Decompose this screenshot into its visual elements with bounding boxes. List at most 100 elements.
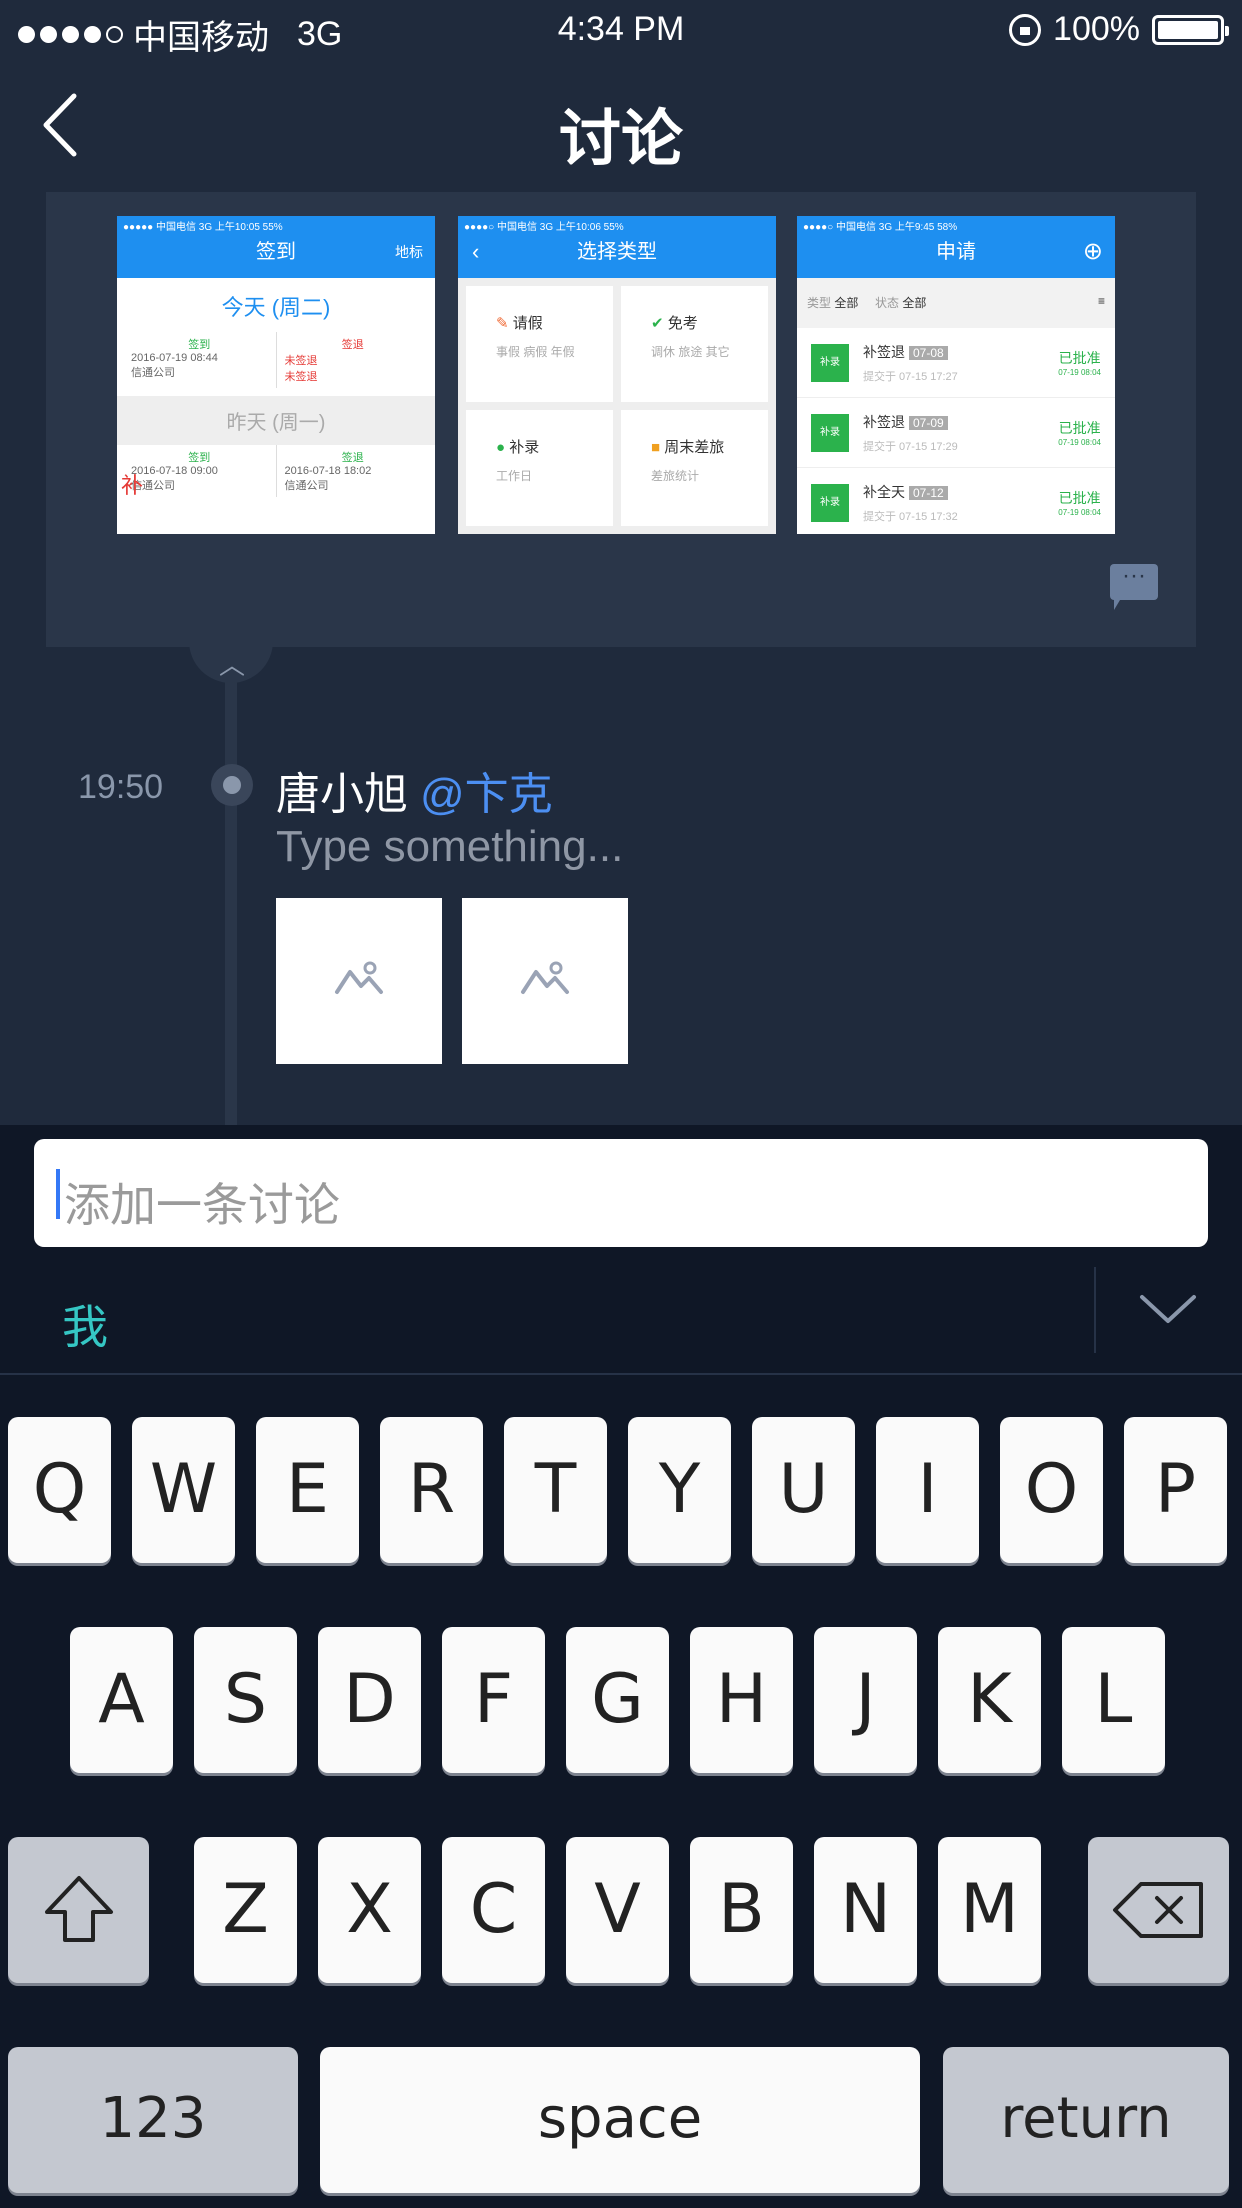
sender-me-label[interactable]: 我: [62, 1291, 108, 1357]
item-sub: 提交于 07-15 17:27: [863, 370, 958, 383]
key-k[interactable]: K: [938, 1627, 1041, 1773]
key-f[interactable]: F: [442, 1627, 545, 1773]
y-checkin-label: 签到: [188, 452, 211, 464]
type-label: 免考: [667, 315, 698, 332]
y-checkin-time: 2016-07-18 09:00: [131, 465, 218, 477]
key-q[interactable]: Q: [8, 1417, 111, 1563]
key-i[interactable]: I: [876, 1417, 979, 1563]
key-o[interactable]: O: [1000, 1417, 1103, 1563]
key-y[interactable]: Y: [628, 1417, 731, 1563]
key-t[interactable]: T: [504, 1417, 607, 1563]
item-status-date: 07-19 08:04: [1058, 508, 1101, 517]
yesterday-heading: 昨天 (周一): [117, 396, 435, 445]
chevron-up-icon: ︿: [219, 650, 246, 680]
input-placeholder: 添加一条讨论: [64, 1179, 340, 1231]
thumb-title: 签到: [256, 241, 296, 263]
key-r[interactable]: R: [380, 1417, 483, 1563]
key-e[interactable]: E: [256, 1417, 359, 1563]
thumb-nav: 申请 ⊕: [797, 232, 1115, 278]
attachment-card: ●●●●● 中国电信 3G 上午10:05 55% 签到 地标 今天 (周二) …: [46, 192, 1196, 647]
type-sub: 调休 旅途 其它: [651, 345, 730, 359]
return-key[interactable]: return: [943, 2047, 1229, 2193]
list-item: 补录 补签退 07-08 提交于 07-15 17:27 已批准 07-19 08:…: [797, 328, 1115, 398]
collapse-keyboard-button[interactable]: [1136, 1287, 1200, 1331]
item-title: 补全天: [863, 483, 905, 500]
checkout-label: 签退: [341, 339, 364, 351]
list-item: 补录 补签退 07-09 提交于 07-15 17:29 已批准 07-19 08:…: [797, 398, 1115, 468]
attachment-thumbnail-requests[interactable]: ●●●●○ 中国电信 3G 上午9:45 58% 申请 ⊕ 类型 全部 状态 全…: [797, 216, 1115, 534]
item-title: 补签退: [863, 343, 905, 360]
key-a[interactable]: A: [70, 1627, 173, 1773]
type-label: 周末差旅: [664, 439, 725, 456]
thumb-title: 申请: [936, 241, 976, 263]
type-cell-supplement: ● 补录 工作日: [466, 410, 613, 526]
check-icon: ✔: [651, 315, 664, 332]
key-s[interactable]: S: [194, 1627, 297, 1773]
item-sub: 提交于 07-15 17:32: [863, 510, 958, 523]
delete-key[interactable]: [1088, 1837, 1229, 1983]
image-placeholder[interactable]: [276, 898, 442, 1064]
y-checkin-location: 信通公司: [131, 480, 175, 492]
key-d[interactable]: D: [318, 1627, 421, 1773]
key-l[interactable]: L: [1062, 1627, 1165, 1773]
y-checkout-label: 签退: [341, 452, 364, 464]
battery-icon: [1152, 14, 1229, 45]
discussion-input[interactable]: 添加一条讨论: [34, 1139, 1208, 1247]
key-j[interactable]: J: [814, 1627, 917, 1773]
list-item: 补录 补全天 07-12 提交于 07-15 17:32 已批准 07-19 08:…: [797, 468, 1115, 534]
chat-bubble-icon[interactable]: ···: [1110, 564, 1158, 610]
supplement-badge: 补: [121, 473, 144, 498]
type-sub: 工作日: [496, 469, 533, 483]
menu-icon: ≡: [1097, 294, 1105, 308]
chevron-down-icon: [1140, 1295, 1196, 1323]
timeline-line: [225, 640, 237, 1125]
type-label: 补录: [509, 439, 540, 456]
key-h[interactable]: H: [690, 1627, 793, 1773]
filter-state: 全部: [902, 296, 927, 310]
key-z[interactable]: Z: [194, 1837, 297, 1983]
page-title: 讨论: [558, 105, 683, 174]
key-b[interactable]: B: [690, 1837, 793, 1983]
entry-author-line: 唐小旭 @卞克: [276, 758, 553, 822]
item-status: 已批准: [1058, 420, 1101, 436]
entry-mention[interactable]: @卞克: [420, 770, 553, 819]
thumb-nav: 签到 地标: [117, 232, 435, 278]
item-tag: 补录: [811, 343, 849, 382]
attachment-thumbnail-type-select[interactable]: ●●●●○ 中国电信 3G 上午10:06 55% ‹ 选择类型 ✎ 请假 事假…: [458, 216, 776, 534]
key-n[interactable]: N: [814, 1837, 917, 1983]
item-date: 07-09: [909, 415, 948, 430]
image-placeholder[interactable]: [462, 898, 628, 1064]
y-checkout-time: 2016-07-18 18:02: [284, 465, 372, 477]
key-m[interactable]: M: [938, 1837, 1041, 1983]
yesterday-row: 补 签到 2016-07-18 09:00 信通公司 签退 2016-07-18…: [117, 445, 435, 498]
attachment-thumbnail-checkin[interactable]: ●●●●● 中国电信 3G 上午10:05 55% 签到 地标 今天 (周二) …: [117, 216, 435, 534]
type-cell-exempt: ✔ 免考 调休 旅途 其它: [621, 286, 768, 402]
status-bar: 中国移动 3G 4:34 PM 100%: [0, 0, 1242, 60]
item-status: 已批准: [1058, 490, 1101, 506]
key-p[interactable]: P: [1124, 1417, 1227, 1563]
key-u[interactable]: U: [752, 1417, 855, 1563]
today-heading: 今天 (周二): [221, 295, 331, 320]
edit-icon: ✎: [496, 315, 509, 332]
key-w[interactable]: W: [132, 1417, 235, 1563]
key-x[interactable]: X: [318, 1837, 421, 1983]
numbers-key[interactable]: 123: [8, 2047, 298, 2193]
key-v[interactable]: V: [566, 1837, 669, 1983]
thumb-nav-right: 地标: [395, 244, 423, 260]
person-icon: ●: [496, 439, 506, 456]
key-c[interactable]: C: [442, 1837, 545, 1983]
collapse-button[interactable]: ︿: [189, 615, 273, 683]
checkin-location: 信通公司: [131, 367, 175, 379]
key-g[interactable]: G: [566, 1627, 669, 1773]
shift-key[interactable]: [8, 1837, 149, 1983]
rotation-lock-icon: [1009, 13, 1042, 46]
type-label: 请假: [512, 315, 543, 332]
space-key[interactable]: space: [320, 2047, 920, 2193]
type-cell-travel: ■ 周末差旅 差旅统计: [621, 410, 768, 526]
filter-type: 全部: [834, 296, 859, 310]
item-title: 补签退: [863, 413, 905, 430]
item-tag: 补录: [811, 413, 849, 452]
thumb-status: ●●●●● 中国电信 3G 上午10:05 55%: [117, 216, 435, 233]
plus-circle-icon: ⊕: [1082, 238, 1103, 265]
entry-author: 唐小旭: [276, 770, 408, 819]
